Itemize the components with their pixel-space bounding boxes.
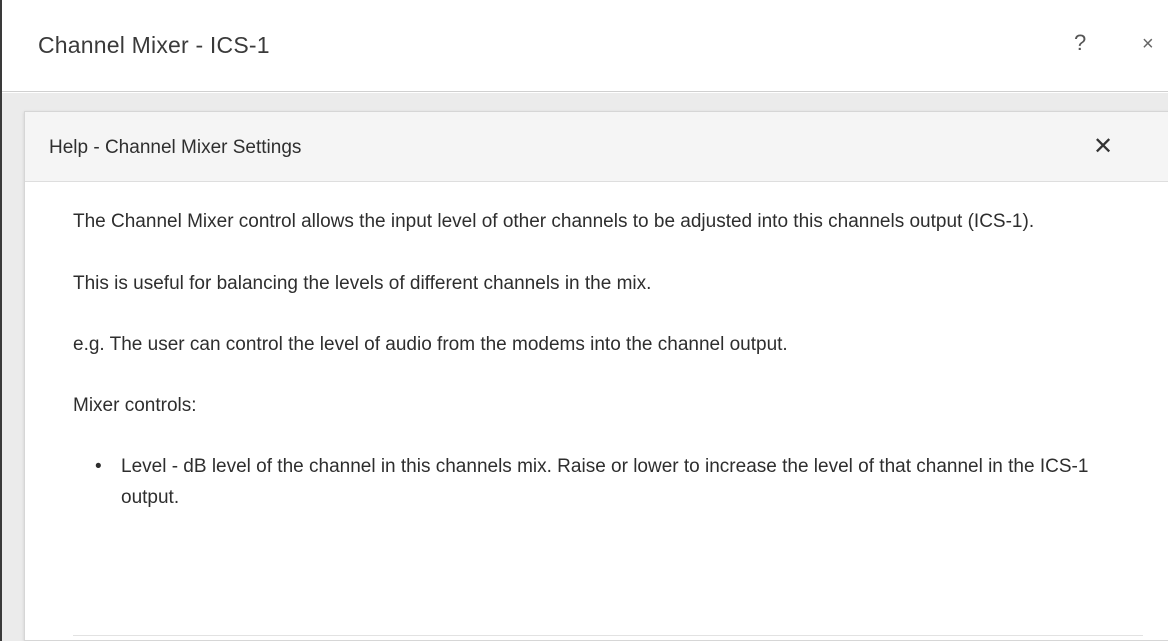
dialog-titlebar: Channel Mixer - ICS-1 ? ×	[2, 0, 1168, 92]
help-panel-header: Help - Channel Mixer Settings ✕	[25, 112, 1168, 182]
help-paragraph-example: e.g. The user can control the level of a…	[73, 334, 788, 355]
bullet-icon: •	[95, 456, 102, 477]
help-paragraph-mixer-controls: Mixer controls:	[73, 395, 197, 416]
help-icon[interactable]: ?	[1074, 30, 1086, 56]
close-icon[interactable]: ×	[1142, 33, 1154, 56]
help-panel-title: Help - Channel Mixer Settings	[49, 137, 302, 158]
channel-mixer-dialog: Channel Mixer - ICS-1 ? × Help - Channel…	[0, 0, 1168, 641]
list-item-text: Level - dB level of the channel in this …	[121, 456, 1089, 508]
dialog-title: Channel Mixer - ICS-1	[38, 32, 270, 58]
help-body: The Channel Mixer control allows the inp…	[73, 206, 1143, 513]
help-paragraph-intro: The Channel Mixer control allows the inp…	[73, 211, 1035, 232]
divider	[73, 635, 1143, 636]
help-paragraph-balancing: This is useful for balancing the levels …	[73, 273, 652, 294]
list-item: • Level - dB level of the channel in thi…	[93, 451, 1143, 513]
dialog-content: Help - Channel Mixer Settings ✕ The Chan…	[2, 93, 1168, 641]
help-panel: Help - Channel Mixer Settings ✕ The Chan…	[24, 111, 1168, 641]
help-close-icon[interactable]: ✕	[1093, 132, 1113, 161]
mixer-controls-list: • Level - dB level of the channel in thi…	[93, 451, 1143, 513]
